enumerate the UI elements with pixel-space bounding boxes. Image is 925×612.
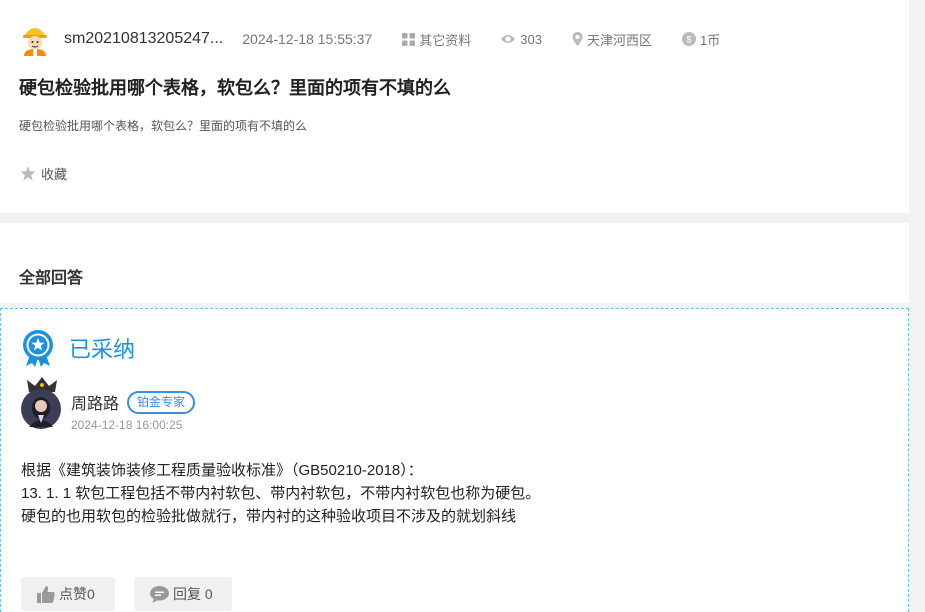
category-label: 其它资料 bbox=[419, 32, 472, 48]
question-username[interactable]: sm20210813205247... bbox=[64, 30, 223, 48]
grid-icon bbox=[402, 32, 416, 46]
author-info: 周路路 铂金专家 2024-12-18 16:00:25 bbox=[71, 377, 196, 432]
adopted-label: 已采纳 bbox=[69, 337, 136, 362]
views-item: 303 bbox=[500, 32, 542, 47]
answers-section-title: 全部回答 bbox=[19, 270, 84, 287]
category-item[interactable]: 其它资料 bbox=[402, 30, 471, 49]
answer-actions: 点赞0 回复 0 bbox=[21, 577, 251, 611]
reward-item: $ 1币 bbox=[681, 30, 721, 49]
views-count: 303 bbox=[520, 31, 542, 47]
author-photo bbox=[21, 389, 61, 429]
question-card: sm20210813205247... 2024-12-18 15:55:37 … bbox=[0, 0, 909, 213]
award-medal-icon bbox=[23, 330, 53, 367]
answer-body: 根据《建筑装饰装修工程质量验收标准》（GB50210-2018）： 13. 1.… bbox=[21, 459, 540, 528]
eye-icon bbox=[501, 35, 516, 43]
answer-line: 硬包的也用软包的检验批做就行，带内衬的这种验收项目不涉及的就划斜线 bbox=[21, 508, 517, 525]
question-title: 硬包检验批用哪个表格，软包么？里面的项有不填的么 bbox=[19, 78, 451, 98]
reward-label: 1币 bbox=[699, 32, 721, 48]
thumb-up-icon bbox=[37, 585, 55, 603]
question-description: 硬包检验批用哪个表格，软包么？里面的项有不填的么 bbox=[19, 119, 308, 133]
answers-header: 全部回答 bbox=[0, 223, 909, 303]
location-label: 天津河西区 bbox=[586, 32, 652, 48]
like-label: 点赞0 bbox=[59, 586, 95, 602]
favorite-label: 收藏 bbox=[41, 167, 68, 182]
comment-icon bbox=[150, 585, 169, 603]
author-line: 周路路 铂金专家 bbox=[71, 390, 196, 414]
author-avatar[interactable] bbox=[21, 377, 63, 429]
pin-icon bbox=[572, 31, 583, 46]
coin-icon: $ bbox=[681, 32, 696, 46]
question-meta: sm20210813205247... 2024-12-18 15:55:37 … bbox=[20, 22, 720, 56]
favorite-button[interactable]: 收藏 bbox=[20, 164, 67, 183]
svg-text:$: $ bbox=[686, 35, 691, 45]
answer-line: 13. 1. 1 软包工程包括不带内衬软包、带内衬软包，不带内衬软包也称为硬包。 bbox=[21, 485, 541, 502]
answer-datetime: 2024-12-18 16:00:25 bbox=[71, 418, 183, 432]
location-item: 天津河西区 bbox=[572, 30, 652, 49]
expert-badge: 铂金专家 bbox=[127, 390, 196, 414]
adopted-status: 已采纳 bbox=[21, 329, 135, 367]
question-datetime: 2024-12-18 15:55:37 bbox=[242, 31, 373, 47]
author-name[interactable]: 周路路 bbox=[71, 390, 119, 414]
answer-line: 根据《建筑装饰装修工程质量验收标准》（GB50210-2018）： bbox=[21, 462, 423, 479]
star-icon bbox=[20, 166, 36, 181]
answer-card: 已采纳 周路路 铂金专家 2024-12-18 16:00:25 根据《建筑装饰… bbox=[0, 308, 909, 612]
worker-avatar[interactable] bbox=[20, 22, 50, 56]
answer-author: 周路路 铂金专家 2024-12-18 16:00:25 bbox=[21, 377, 196, 432]
reply-label: 回复 0 bbox=[173, 586, 213, 602]
like-button[interactable]: 点赞0 bbox=[21, 577, 115, 611]
reply-button[interactable]: 回复 0 bbox=[134, 577, 232, 611]
